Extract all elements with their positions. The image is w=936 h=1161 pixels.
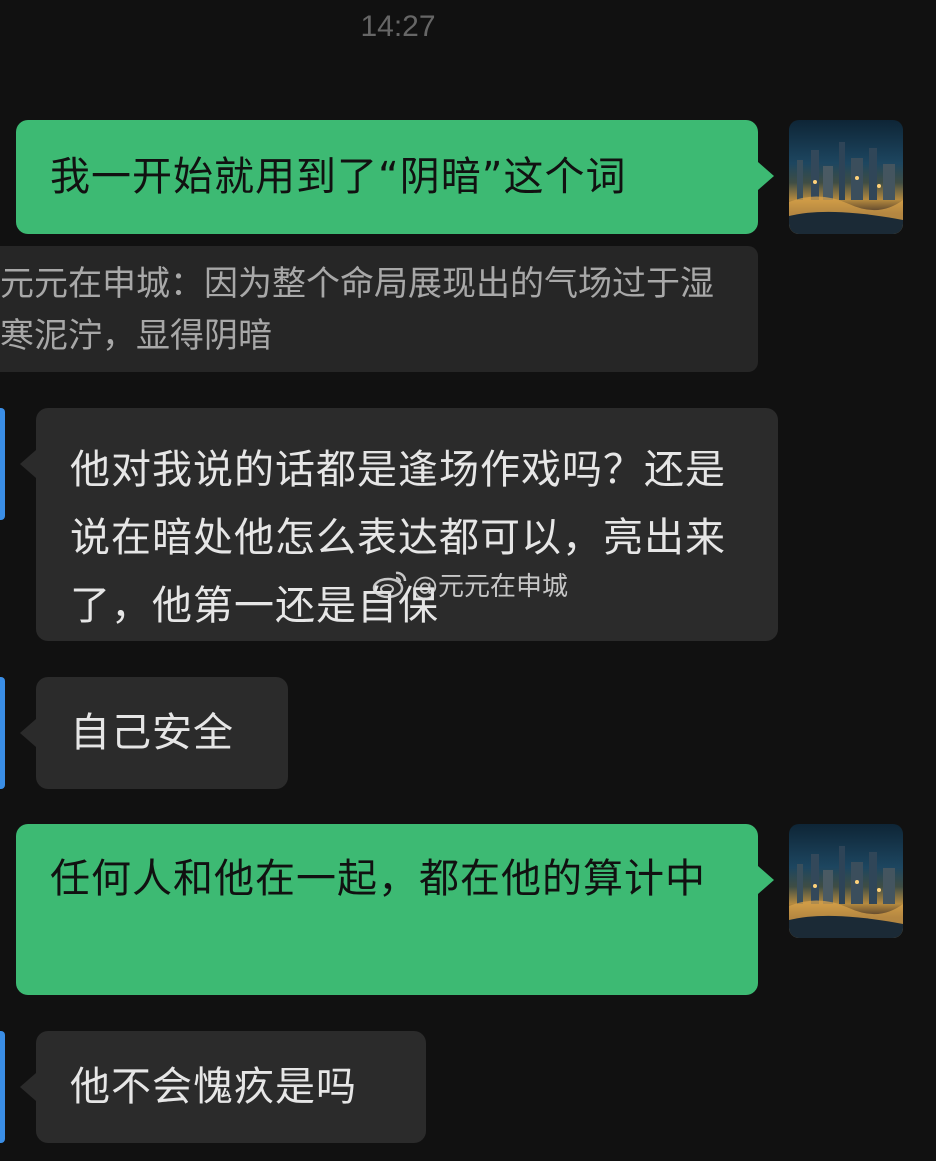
message-text: 任何人和他在一起，都在他的算计中 xyxy=(50,856,706,902)
outgoing-message-bubble[interactable]: 我一开始就用到了“阴暗”这个词 xyxy=(16,120,774,234)
bubble-tail xyxy=(20,1073,36,1101)
sender-avatar[interactable] xyxy=(0,1031,5,1143)
message-timestamp: 14:27 xyxy=(360,10,436,43)
incoming-message-bubble[interactable]: 他不会愧疚是吗 xyxy=(20,1031,426,1143)
weibo-icon xyxy=(372,571,407,599)
city-night-avatar-icon xyxy=(789,846,903,938)
quoted-message[interactable]: 元元在申城：因为整个命局展现出的气场过于湿寒泥泞，显得阴暗 xyxy=(0,246,758,372)
quoted-text: 元元在申城：因为整个命局展现出的气场过于湿寒泥泞，显得阴暗 xyxy=(0,264,714,356)
bubble-tail xyxy=(20,719,36,747)
incoming-message-bubble[interactable]: 自己安全 xyxy=(20,677,288,789)
watermark-text: @元元在申城 xyxy=(412,571,569,602)
bubble-tail xyxy=(758,162,774,190)
sender-avatar[interactable] xyxy=(0,408,5,520)
message-text: 他不会愧疚是吗 xyxy=(70,1064,357,1110)
message-text: 我一开始就用到了“阴暗”这个词 xyxy=(50,154,627,200)
sender-avatar[interactable] xyxy=(0,677,5,789)
message-text: 自己安全 xyxy=(70,710,234,756)
bubble-tail xyxy=(758,866,774,894)
city-night-avatar-icon xyxy=(789,142,903,234)
my-avatar[interactable] xyxy=(789,120,903,234)
outgoing-message-bubble[interactable]: 任何人和他在一起，都在他的算计中 xyxy=(16,824,774,995)
my-avatar[interactable] xyxy=(789,824,903,938)
incoming-message-bubble[interactable]: 他对我说的话都是逢场作戏吗？还是说在暗处他怎么表达都可以，亮出来了，他第一还是自… xyxy=(20,408,778,641)
bubble-tail xyxy=(20,450,36,478)
watermark: @元元在申城 xyxy=(372,566,568,602)
